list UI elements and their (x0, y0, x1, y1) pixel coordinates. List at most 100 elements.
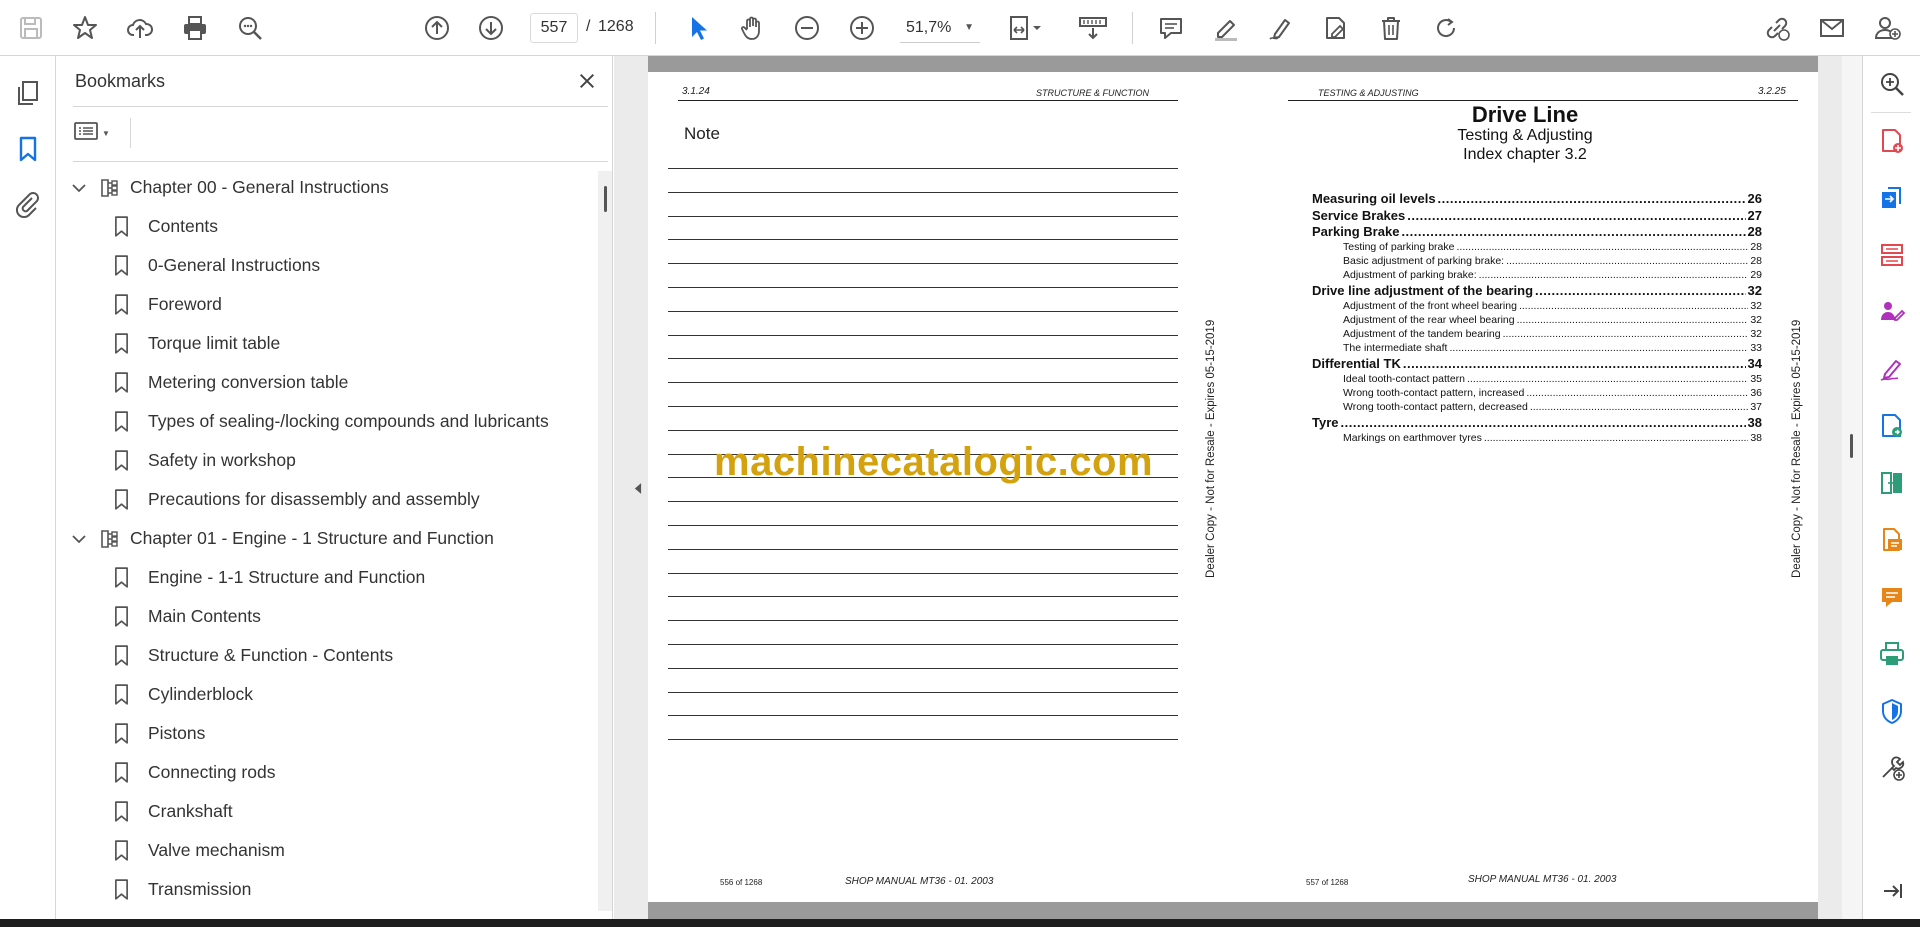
note-rule (668, 430, 1178, 431)
zoom-in-icon[interactable] (843, 9, 881, 47)
collapse-left-panel-icon[interactable] (630, 478, 644, 498)
bookmark-item[interactable]: Structure & Function - Contents (56, 636, 596, 675)
request-signatures-icon[interactable] (1875, 295, 1909, 329)
bookmark-label: Valve mechanism (148, 840, 285, 860)
bookmark-scrollbar[interactable] (598, 171, 612, 911)
previous-page-icon[interactable] (418, 9, 456, 47)
compare-files-icon[interactable] (1875, 466, 1909, 500)
bookmark-label: Precautions for disassembly and assembly (148, 489, 480, 509)
bookmark-tree-icon (98, 177, 120, 199)
bookmark-item[interactable]: Connecting rods (56, 753, 596, 792)
page-number-input[interactable] (530, 13, 578, 43)
bookmark-item[interactable]: 0-General Instructions (56, 246, 596, 285)
email-icon[interactable] (1813, 9, 1851, 47)
toc-entry: Tyre 38 (1312, 415, 1762, 430)
print-production-icon[interactable] (1875, 637, 1909, 671)
upload-cloud-icon[interactable] (121, 9, 159, 47)
highlight-icon[interactable] (1207, 9, 1245, 47)
draw-pen-icon[interactable] (1262, 9, 1300, 47)
bookmark-chapter[interactable]: Chapter 01 - Engine - 1 Structure and Fu… (56, 519, 596, 558)
share-link-icon[interactable] (1758, 9, 1796, 47)
taskbar-strip (0, 919, 1920, 927)
comment-tool-icon[interactable] (1875, 580, 1909, 614)
save-icon[interactable] (12, 9, 50, 47)
bookmark-item[interactable]: Precautions for disassembly and assembly (56, 480, 596, 519)
search-zoom-icon[interactable] (1875, 67, 1909, 101)
page-subtitle: Testing & Adjusting (1457, 127, 1593, 144)
select-cursor-icon[interactable] (678, 9, 716, 47)
bookmarks-icon[interactable] (10, 131, 46, 167)
zoom-level-select[interactable]: 51,7% ▼ (900, 13, 980, 43)
main-toolbar: / 1268 51,7% ▼ (0, 0, 1920, 56)
more-tools-icon[interactable] (1875, 751, 1909, 785)
fill-sign-icon[interactable] (1317, 9, 1355, 47)
bookmark-item[interactable]: Transmission (56, 870, 596, 908)
print-icon[interactable] (176, 9, 214, 47)
toc-leader-dots (1401, 224, 1745, 239)
toc-entry-page: 37 (1750, 400, 1762, 413)
bookmark-item[interactable]: Foreword (56, 285, 596, 324)
toc-entry: Adjustment of parking brake: 29 (1312, 269, 1762, 281)
toc-entry-page: 26 (1747, 191, 1762, 206)
note-rule (668, 358, 1178, 359)
toc-entry-label: Adjustment of the rear wheel bearing (1343, 313, 1515, 326)
bookmark-item[interactable]: Safety in workshop (56, 441, 596, 480)
delete-icon[interactable] (1372, 9, 1410, 47)
toc-leader-dots (1484, 432, 1748, 444)
organize-pages-icon[interactable] (1875, 238, 1909, 272)
rotate-icon[interactable] (1427, 9, 1465, 47)
edit-pdf-icon[interactable] (1875, 409, 1909, 443)
find-icon[interactable] (231, 9, 269, 47)
scrollbar-thumb[interactable] (1850, 434, 1853, 458)
bookmark-item[interactable]: Main Contents (56, 597, 596, 636)
footer-manual: SHOP MANUAL MT36 - 01. 2003 (1468, 874, 1617, 885)
toc-entry-page: 35 (1750, 372, 1762, 385)
footer-page-count: 556 of 1268 (720, 878, 763, 887)
chevron-down-icon[interactable] (68, 528, 90, 550)
attachments-icon[interactable] (10, 186, 46, 222)
bookmark-item[interactable]: Pistons (56, 714, 596, 753)
add-user-icon[interactable] (1868, 9, 1906, 47)
bookmark-icon (114, 567, 132, 589)
hand-tool-icon[interactable] (733, 9, 771, 47)
next-page-icon[interactable] (472, 9, 510, 47)
close-icon[interactable] (574, 68, 600, 94)
export-pdf-icon[interactable] (1875, 181, 1909, 215)
combine-files-icon[interactable] (1875, 523, 1909, 557)
bookmark-chapter[interactable]: Chapter 00 - General Instructions (56, 168, 596, 207)
toc-leader-dots (1341, 415, 1746, 430)
toc-entry: Markings on earthmover tyres 38 (1312, 432, 1762, 444)
toc-entry-label: Adjustment of the tandem bearing (1343, 327, 1501, 340)
toc-entry-page: 32 (1750, 299, 1762, 312)
page-fit-icon[interactable] (1002, 9, 1050, 47)
bookmark-item[interactable]: Metering conversion table (56, 363, 596, 402)
toc-entry-label: Testing of parking brake (1343, 240, 1455, 253)
bookmark-label: Engine - 1-1 Structure and Function (148, 567, 426, 587)
bookmark-item[interactable]: Cylinderblock (56, 675, 596, 714)
bookmark-item[interactable]: Valve mechanism (56, 831, 596, 870)
protect-icon[interactable] (1875, 694, 1909, 728)
bookmark-label: Chapter 01 - Engine - 1 Structure and Fu… (130, 528, 494, 548)
bookmark-item[interactable]: Engine - 1-1 Structure and Function (56, 558, 596, 597)
bookmark-options-button[interactable]: ▼ (74, 118, 120, 148)
scroll-mode-icon[interactable] (1071, 9, 1115, 47)
dealer-copy-notice: Dealer Copy - Not for Resale - Expires 0… (1791, 319, 1803, 578)
scrollbar-thumb[interactable] (604, 186, 607, 212)
toc-entry-label: Measuring oil levels (1312, 191, 1436, 206)
comment-icon[interactable] (1152, 9, 1190, 47)
bookmark-icon (114, 333, 132, 355)
toc-entry: Differential TK 34 (1312, 356, 1762, 371)
document-scrollbar[interactable] (1842, 56, 1862, 919)
collapse-tools-icon[interactable] (1875, 874, 1909, 908)
page-thumbnails-icon[interactable] (10, 75, 46, 111)
bookmark-item[interactable]: Types of sealing-/locking compounds and … (56, 402, 596, 441)
bookmark-icon (114, 411, 132, 433)
chevron-down-icon[interactable] (68, 177, 90, 199)
zoom-out-icon[interactable] (788, 9, 826, 47)
bookmark-item[interactable]: Crankshaft (56, 792, 596, 831)
bookmark-item[interactable]: Contents (56, 207, 596, 246)
fill-and-sign-icon[interactable] (1875, 352, 1909, 386)
bookmark-item[interactable]: Torque limit table (56, 324, 596, 363)
create-pdf-icon[interactable] (1875, 124, 1909, 158)
star-icon[interactable] (66, 9, 104, 47)
